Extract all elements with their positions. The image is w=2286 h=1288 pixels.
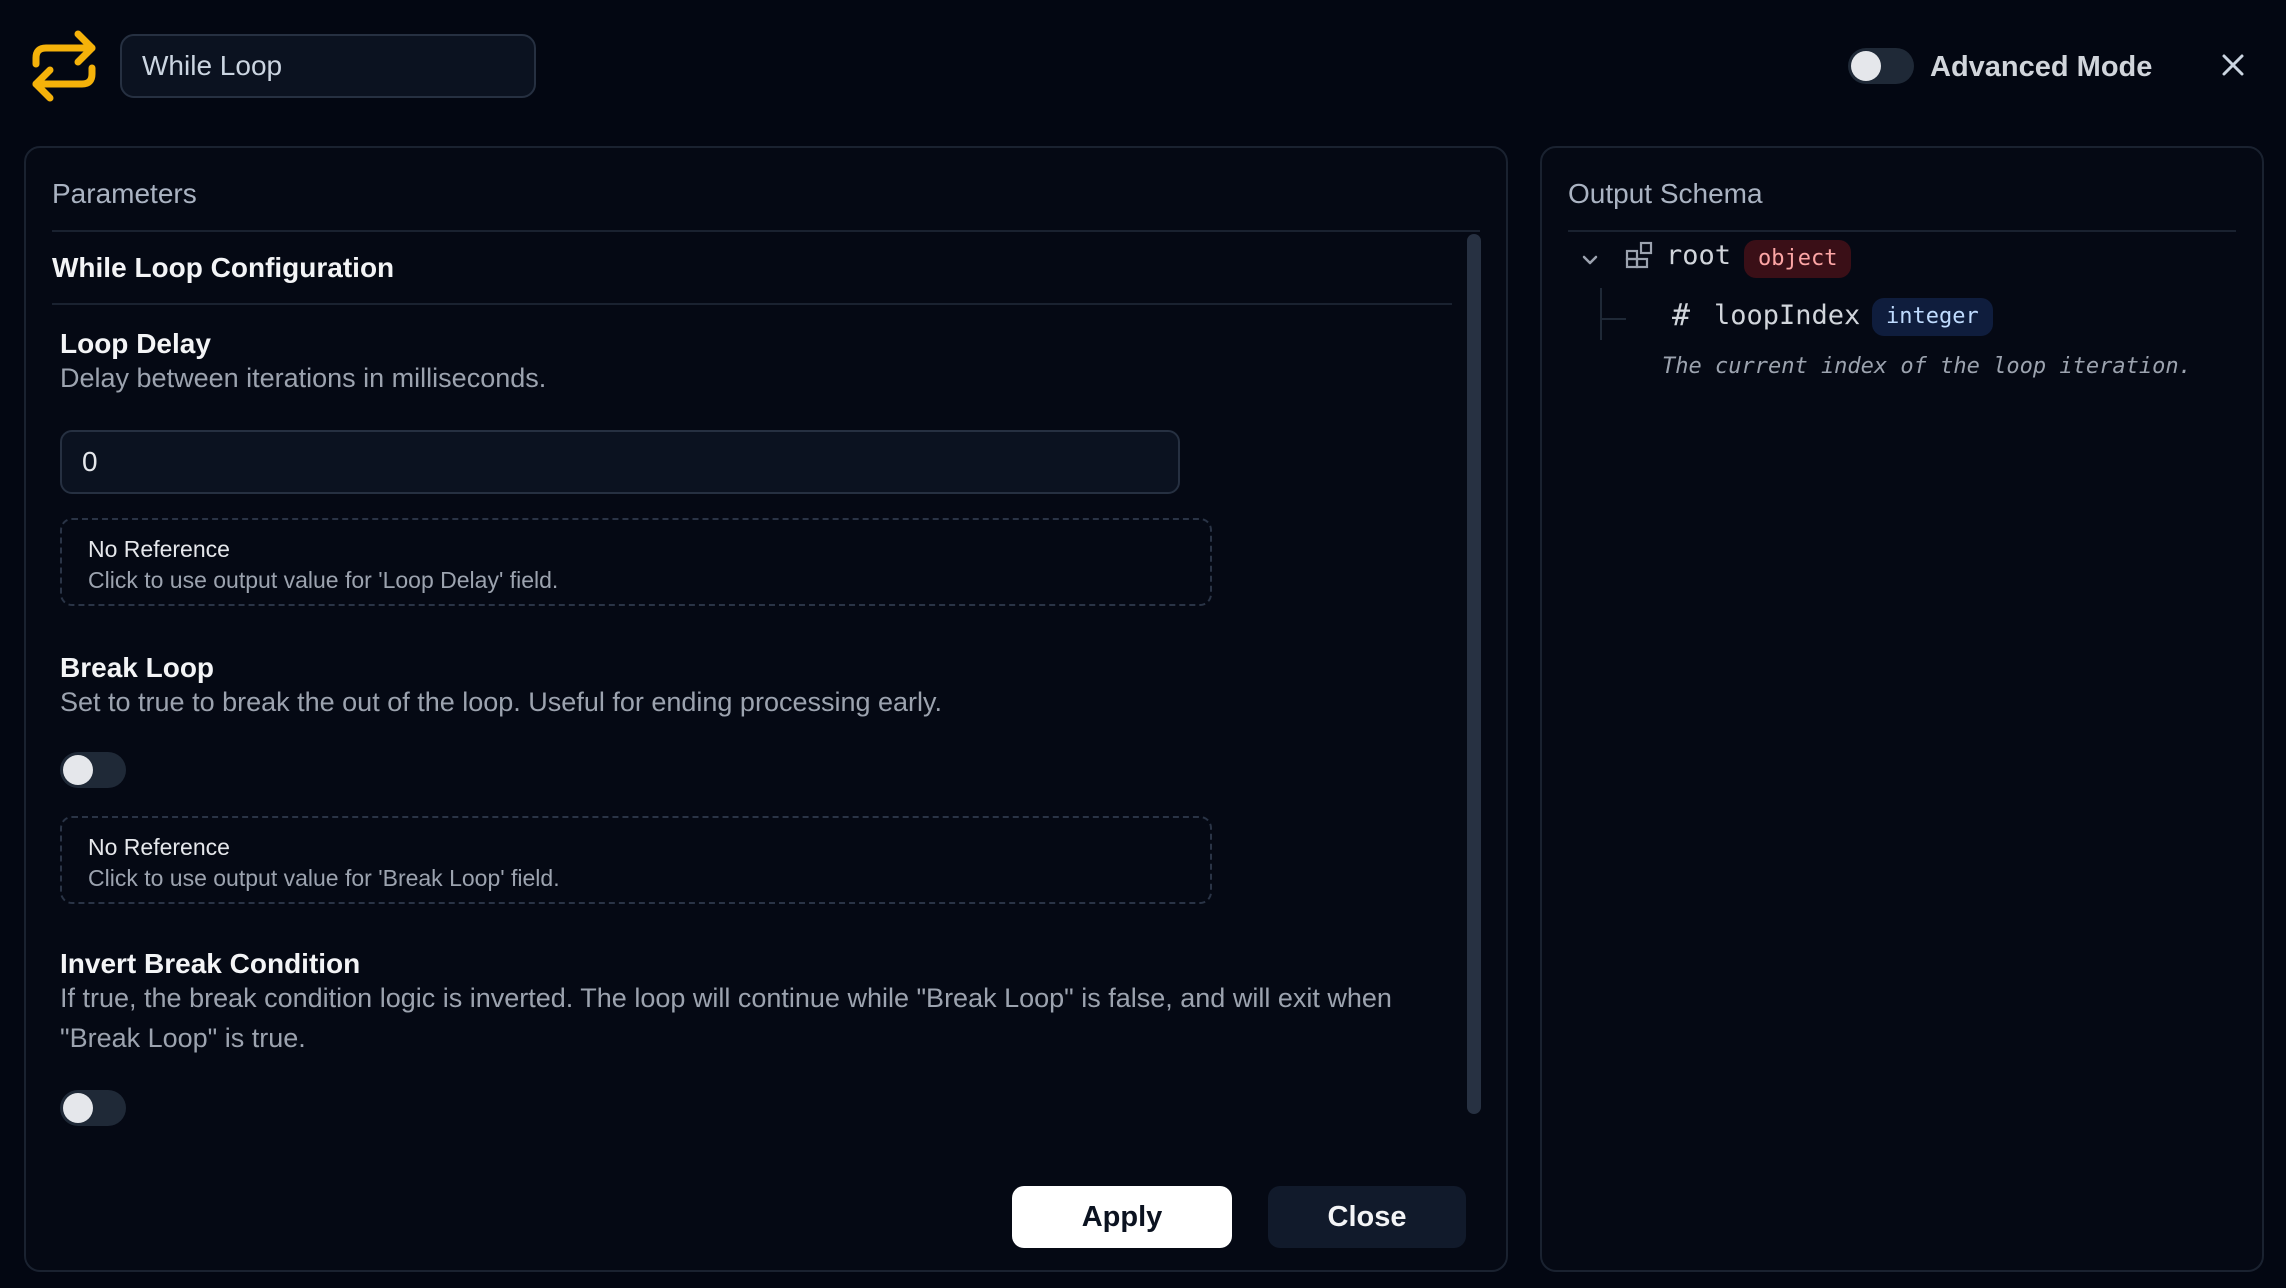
reference-hint: Click to use output value for 'Loop Dela… <box>88 567 559 593</box>
advanced-mode-toggle[interactable] <box>1848 48 1914 84</box>
type-badge-integer: integer <box>1872 298 1993 336</box>
parameters-panel: Parameters While Loop Configuration Loop… <box>24 146 1508 1272</box>
schema-field-description: The current index of the loop iteration. <box>1662 354 2192 379</box>
break-loop-label: Break Loop <box>60 652 215 683</box>
node-title-input[interactable] <box>120 34 536 98</box>
output-schema-panel: Output Schema root object # loopIndex in… <box>1540 146 2264 1272</box>
section-title: While Loop Configuration <box>52 252 395 283</box>
tree-connector <box>1600 318 1626 320</box>
object-icon <box>1625 241 1653 269</box>
chevron-down-icon[interactable] <box>1578 248 1602 272</box>
tree-connector <box>1600 288 1602 340</box>
divider <box>52 303 1452 305</box>
reference-title: No Reference <box>88 834 230 860</box>
break-loop-reference[interactable]: No Reference Click to use output value f… <box>60 816 1212 904</box>
loop-delay-input[interactable] <box>60 430 1180 494</box>
invert-break-label: Invert Break Condition <box>60 948 361 979</box>
break-loop-toggle[interactable] <box>60 752 126 788</box>
invert-break-description: If true, the break condition logic is in… <box>60 983 1392 1053</box>
loop-delay-description: Delay between iterations in milliseconds… <box>60 363 547 393</box>
toggle-knob <box>63 755 93 785</box>
close-icon[interactable] <box>2218 50 2248 80</box>
schema-field-name: loopIndex <box>1714 300 1861 331</box>
output-schema-title: Output Schema <box>1568 178 1763 209</box>
type-badge-object: object <box>1744 240 1852 278</box>
reference-hint: Click to use output value for 'Break Loo… <box>88 865 560 891</box>
toggle-knob <box>63 1093 93 1123</box>
scrollbar-thumb[interactable] <box>1467 234 1481 1114</box>
toggle-knob <box>1851 51 1881 81</box>
loop-arrows-icon <box>32 30 96 102</box>
dialog-header: Advanced Mode <box>0 0 2286 136</box>
close-button[interactable]: Close <box>1268 1186 1466 1248</box>
divider <box>1568 230 2236 232</box>
divider <box>52 230 1480 232</box>
hash-icon: # <box>1672 298 1691 333</box>
reference-title: No Reference <box>88 536 230 562</box>
loop-delay-label: Loop Delay <box>60 328 211 359</box>
invert-break-toggle[interactable] <box>60 1090 126 1126</box>
advanced-mode-label: Advanced Mode <box>1930 51 2153 83</box>
loop-delay-reference[interactable]: No Reference Click to use output value f… <box>60 518 1212 606</box>
parameters-panel-title: Parameters <box>52 178 197 209</box>
break-loop-description: Set to true to break the out of the loop… <box>60 687 943 717</box>
apply-button[interactable]: Apply <box>1012 1186 1232 1248</box>
schema-root-name: root <box>1666 240 1732 271</box>
